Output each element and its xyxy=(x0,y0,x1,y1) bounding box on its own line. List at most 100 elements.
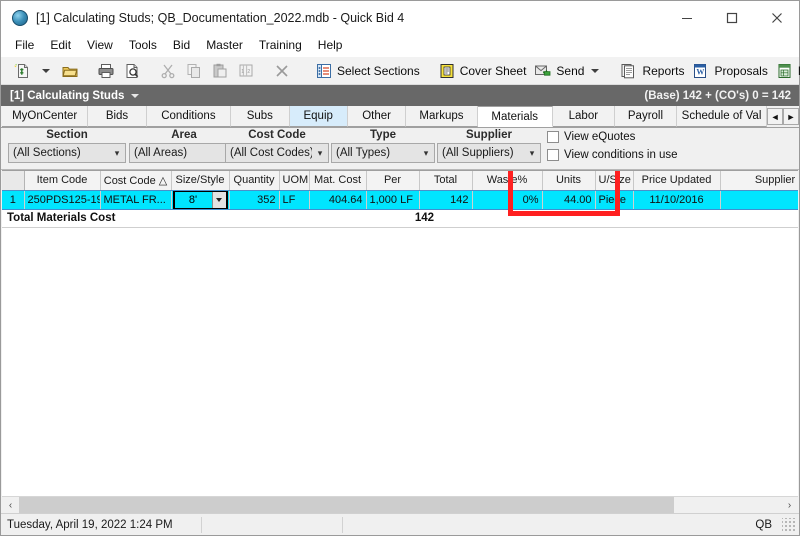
paste-special-button[interactable]: 1 2 xyxy=(233,59,259,83)
menu-item-bid[interactable]: Bid xyxy=(165,36,198,55)
print-preview-button[interactable] xyxy=(119,59,145,83)
tab-markups[interactable]: Markups xyxy=(406,106,478,127)
materials-grid[interactable]: Item Code Cost Code △ Size/Style Quantit… xyxy=(2,170,798,496)
proposals-button[interactable]: W Proposals xyxy=(688,59,771,83)
tab-schedule-of-values[interactable]: Schedule of Val xyxy=(677,106,768,127)
copy-icon xyxy=(187,63,200,78)
new-bid-dropdown[interactable] xyxy=(35,59,57,83)
size-style-dropdown-button[interactable] xyxy=(211,191,226,208)
cell-row-number[interactable]: 1 xyxy=(2,190,25,210)
chevron-down-icon: ▾ xyxy=(317,147,323,158)
tab-myoncenter[interactable]: MyOnCenter xyxy=(2,106,89,127)
new-bid-button[interactable] xyxy=(9,59,35,83)
view-conditions-in-use-checkbox-row[interactable]: View conditions in use xyxy=(547,149,678,161)
paste-button[interactable] xyxy=(207,59,233,83)
filter-area-dropdown[interactable]: (All Areas) ▾ xyxy=(129,143,239,163)
maximize-button[interactable] xyxy=(709,1,754,35)
filter-cost-code: Cost Code (All Cost Codes) ▾ xyxy=(225,128,329,163)
scroll-right-button[interactable]: › xyxy=(781,497,798,513)
tab-other[interactable]: Other xyxy=(347,106,407,127)
exports-button[interactable]: Exports xyxy=(772,59,800,83)
quick-bid-window: [1] Calculating Studs; QB_Documentation_… xyxy=(0,0,800,536)
tab-equip[interactable]: Equip xyxy=(289,106,348,127)
filter-section-dropdown[interactable]: (All Sections) ▾ xyxy=(8,143,126,163)
tab-materials[interactable]: Materials xyxy=(477,106,553,127)
col-header-mat-cost[interactable]: Mat. Cost xyxy=(309,171,367,191)
cut-button[interactable] xyxy=(155,59,181,83)
cell-units[interactable]: 44.00 xyxy=(542,190,596,210)
filter-type-value: (All Types) xyxy=(336,147,391,159)
cover-sheet-button[interactable]: Cover Sheet xyxy=(434,59,531,83)
tab-bids[interactable]: Bids xyxy=(88,106,147,127)
col-header-units[interactable]: Units xyxy=(542,171,596,191)
menu-item-training[interactable]: Training xyxy=(251,36,310,55)
minimize-button[interactable] xyxy=(664,1,709,35)
cell-item-code[interactable]: 250PDS125-19 xyxy=(24,190,101,210)
col-header-uom[interactable]: UOM xyxy=(279,171,310,191)
status-bar: Tuesday, April 19, 2022 1:24 PM QB xyxy=(1,513,799,535)
cell-supplier[interactable] xyxy=(720,190,798,210)
scrollbar-thumb[interactable] xyxy=(19,497,675,513)
print-button[interactable] xyxy=(93,59,119,83)
view-equotes-checkbox-row[interactable]: View eQuotes xyxy=(547,131,635,143)
tab-payroll[interactable]: Payroll xyxy=(614,106,677,127)
send-button[interactable]: Send xyxy=(530,59,606,83)
col-header-item-code[interactable]: Item Code xyxy=(24,171,101,191)
close-icon xyxy=(771,13,782,23)
cell-uom[interactable]: LF xyxy=(279,190,310,210)
tab-labor[interactable]: Labor xyxy=(552,106,615,127)
menu-item-edit[interactable]: Edit xyxy=(42,36,79,55)
menu-item-master[interactable]: Master xyxy=(198,36,251,55)
cell-per[interactable]: 1,000 LF xyxy=(366,190,420,210)
view-conditions-in-use-checkbox[interactable] xyxy=(547,149,559,161)
filter-type-dropdown[interactable]: (All Types) ▾ xyxy=(331,143,435,163)
minimize-icon xyxy=(681,18,692,19)
col-header-supplier[interactable]: Supplier xyxy=(720,171,798,191)
cell-cost-code[interactable]: METAL FR... xyxy=(100,190,172,210)
col-header-quantity[interactable]: Quantity xyxy=(229,171,280,191)
filter-cost-code-dropdown[interactable]: (All Cost Codes) ▾ xyxy=(225,143,329,163)
tab-conditions[interactable]: Conditions xyxy=(146,106,232,127)
col-header-cost-code[interactable]: Cost Code △ xyxy=(100,171,172,191)
col-header-per[interactable]: Per xyxy=(366,171,420,191)
table-row[interactable]: 1 250PDS125-19 METAL FR... 8' 352 LF 404… xyxy=(2,190,798,210)
cell-price-updated[interactable]: 11/10/2016 xyxy=(633,190,721,210)
view-equotes-checkbox[interactable] xyxy=(547,131,559,143)
size-style-editor[interactable]: 8' xyxy=(172,190,228,208)
menu-item-help[interactable]: Help xyxy=(310,36,351,55)
horizontal-scrollbar[interactable]: ‹ › xyxy=(2,496,798,513)
open-bid-button[interactable] xyxy=(57,59,83,83)
scrollbar-track[interactable] xyxy=(19,497,781,513)
delete-button[interactable] xyxy=(269,59,295,83)
cell-waste-pct[interactable]: 0% xyxy=(472,190,543,210)
copy-button[interactable] xyxy=(181,59,207,83)
tab-scroll-right-button[interactable]: ► xyxy=(783,108,799,125)
bid-header-strip: [1] Calculating Studs (Base) 142 + (CO's… xyxy=(1,85,799,106)
select-sections-button[interactable]: Select Sections xyxy=(311,59,424,83)
col-header-total[interactable]: Total xyxy=(419,171,473,191)
col-header-u-size[interactable]: U/Size xyxy=(595,171,634,191)
cell-u-size[interactable]: Piece xyxy=(595,190,634,210)
tab-subs[interactable]: Subs xyxy=(231,106,290,127)
cell-size-style[interactable]: 8' xyxy=(171,190,230,210)
col-header-size-style[interactable]: Size/Style xyxy=(171,171,230,191)
col-header-waste-pct[interactable]: Waste% xyxy=(472,171,543,191)
resize-grip-icon[interactable] xyxy=(782,517,796,532)
cell-quantity[interactable]: 352 xyxy=(229,190,280,210)
reports-button[interactable]: Reports xyxy=(616,59,688,83)
col-header-price-updated[interactable]: Price Updated xyxy=(633,171,721,191)
menu-item-tools[interactable]: Tools xyxy=(121,36,165,55)
tab-scroll-left-button[interactable]: ◄ xyxy=(767,108,784,125)
menu-item-view[interactable]: View xyxy=(79,36,121,55)
cell-mat-cost[interactable]: 404.64 xyxy=(309,190,367,210)
menu-item-file[interactable]: File xyxy=(7,36,42,55)
scroll-left-button[interactable]: ‹ xyxy=(2,497,19,513)
chevron-down-icon[interactable] xyxy=(131,93,140,98)
close-button[interactable] xyxy=(754,1,799,35)
cell-total[interactable]: 142 xyxy=(419,190,473,210)
chevron-down-icon[interactable] xyxy=(591,68,600,73)
col-header-rownum[interactable] xyxy=(2,171,25,191)
select-sections-icon xyxy=(317,63,331,78)
total-materials-cost-label: Total Materials Cost xyxy=(7,212,116,224)
filter-supplier-dropdown[interactable]: (All Suppliers) ▾ xyxy=(437,143,541,163)
